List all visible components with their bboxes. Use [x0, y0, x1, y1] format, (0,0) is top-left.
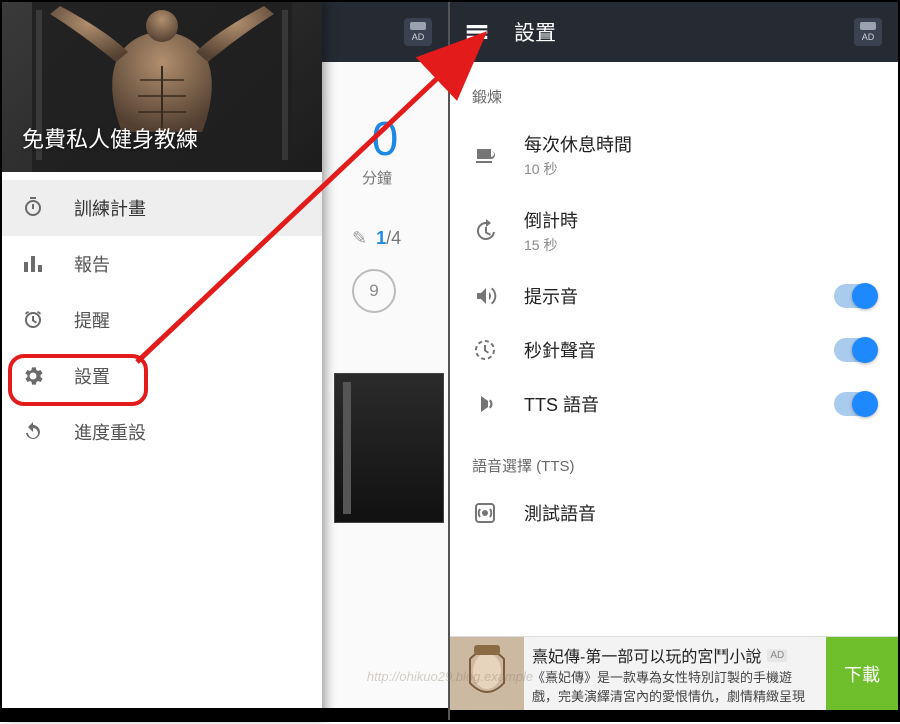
sidebar-item-label: 訓練計畫: [74, 195, 146, 221]
svg-text:AD: AD: [862, 32, 875, 42]
progress-ratio: ✎ 1/4: [322, 228, 448, 249]
right-topbar: 設置 AD: [450, 2, 898, 62]
cup-icon: [472, 142, 498, 168]
setting-title: 秒針聲音: [524, 337, 808, 363]
sidebar-item-label: 進度重設: [74, 419, 146, 445]
toggle-sound[interactable]: [834, 284, 876, 308]
setting-rest-time[interactable]: 每次休息時間 10 秒: [450, 117, 898, 193]
setting-tts[interactable]: TTS 語音: [450, 377, 898, 431]
setting-sound[interactable]: 提示音: [450, 269, 898, 323]
setting-tick-sound[interactable]: 秒針聲音: [450, 323, 898, 377]
ad-badge-icon[interactable]: AD: [852, 16, 884, 48]
setting-title: 測試語音: [524, 500, 876, 526]
sidebar-item-settings[interactable]: 設置: [2, 348, 322, 404]
setting-title: TTS 語音: [524, 391, 808, 417]
alarm-icon: [20, 307, 46, 333]
ratio-total: /4: [386, 228, 401, 248]
hamburger-menu-button[interactable]: [464, 19, 490, 45]
gear-icon: [20, 363, 46, 389]
drawer-title: 免費私人健身教練: [22, 122, 198, 154]
setting-title: 每次休息時間: [524, 131, 876, 157]
toggle-tts[interactable]: [834, 392, 876, 416]
ad-thumbnail: [450, 637, 524, 710]
ad-body: 熹妃傳-第一部可以玩的宮鬥小說 AD 《熹妃傳》是一款專為女性特別訂製的手機遊 …: [524, 637, 826, 710]
ad-badge-icon[interactable]: AD: [402, 16, 434, 48]
left-system-navbar: [2, 708, 448, 720]
right-screen: 設置 AD 鍛煉 每次休息時間 10 秒 倒計: [450, 2, 898, 720]
right-system-navbar: [450, 710, 898, 720]
minutes-label: 分鐘: [322, 167, 448, 188]
history-icon: [472, 218, 498, 244]
sidebar-item-label: 設置: [74, 363, 110, 389]
day-circle[interactable]: 9: [352, 269, 396, 313]
left-background-content: 0 分鐘 ✎ 1/4 9: [322, 62, 448, 720]
setting-title: 倒計時: [524, 207, 876, 233]
sidebar-item-training-plan[interactable]: 訓練計畫: [2, 180, 322, 236]
surround-icon: [472, 500, 498, 526]
page-title: 設置: [514, 17, 556, 47]
toggle-tick[interactable]: [834, 338, 876, 362]
ad-banner[interactable]: 熹妃傳-第一部可以玩的宮鬥小說 AD 《熹妃傳》是一款專為女性特別訂製的手機遊 …: [450, 636, 898, 710]
ad-badge-label: AD: [767, 649, 787, 662]
ratio-current: 1: [376, 228, 386, 248]
section-header-training: 鍛煉: [450, 80, 898, 117]
exercise-thumbnail[interactable]: [334, 373, 444, 523]
setting-test-voice[interactable]: 測試語音: [450, 486, 898, 540]
reset-icon: [20, 419, 46, 445]
stopwatch-icon: [20, 195, 46, 221]
setting-sub: 15 秒: [524, 235, 876, 255]
svg-text:AD: AD: [412, 32, 425, 42]
left-screen: AD 0 分鐘 ✎ 1/4 9: [2, 2, 450, 720]
bar-chart-icon: [20, 251, 46, 277]
setting-sub: 10 秒: [524, 159, 876, 179]
pencil-icon[interactable]: ✎: [352, 228, 367, 248]
drawer-list: 訓練計畫 報告 提醒: [2, 172, 322, 720]
setting-title: 提示音: [524, 283, 808, 309]
ad-download-button[interactable]: 下載: [826, 637, 898, 710]
ad-line3: 戲，完美演繹清宮內的愛恨情仇，劇情精緻呈現: [532, 686, 818, 705]
workout-minutes-value: 0: [322, 112, 448, 167]
sidebar-item-report[interactable]: 報告: [2, 236, 322, 292]
volume-icon: [472, 283, 498, 309]
sidebar-item-label: 提醒: [74, 307, 110, 333]
drawer-header: 免費私人健身教練: [2, 2, 322, 172]
speak-icon: [472, 391, 498, 417]
navigation-drawer: 免費私人健身教練 訓練計畫 報告: [2, 2, 322, 720]
ad-line2: 《熹妃傳》是一款專為女性特別訂製的手機遊: [532, 667, 818, 686]
sidebar-item-reset[interactable]: 進度重設: [2, 404, 322, 460]
settings-list: 鍛煉 每次休息時間 10 秒 倒計時 15 秒: [450, 62, 898, 720]
section-header-tts-select: 語音選擇 (TTS): [450, 449, 898, 486]
ad-title-text: 熹妃傳-第一部可以玩的宮鬥小說: [532, 643, 761, 667]
sidebar-item-label: 報告: [74, 251, 110, 277]
clock-tick-icon: [472, 337, 498, 363]
sidebar-item-reminder[interactable]: 提醒: [2, 292, 322, 348]
setting-countdown[interactable]: 倒計時 15 秒: [450, 193, 898, 269]
